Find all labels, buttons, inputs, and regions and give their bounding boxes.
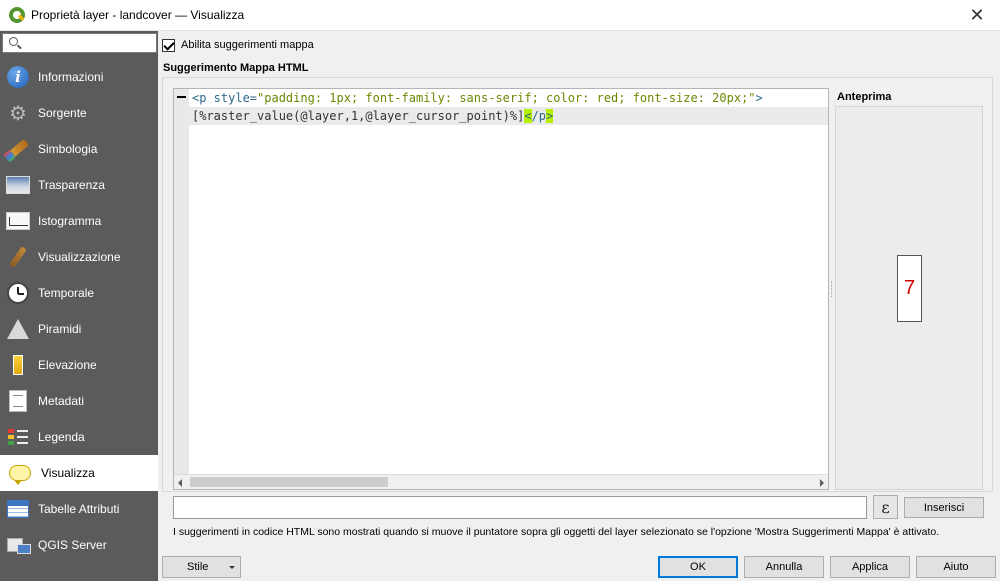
code-line: <p style="padding: 1px; font-family: san… <box>192 91 763 105</box>
scroll-right-icon[interactable] <box>820 479 824 487</box>
search-input[interactable] <box>23 35 153 51</box>
sidebar-item-label: Metadati <box>38 394 85 408</box>
sidebar-nav: i Informazioni ⚙ Sorgente Simbologia Tra… <box>0 59 158 563</box>
epsilon-icon: ε <box>881 497 890 517</box>
sidebar-item-tabelle-attributi[interactable]: Tabelle Attributi <box>0 491 158 527</box>
map-tip-bubble-icon <box>9 465 31 485</box>
sidebar-item-piramidi[interactable]: Piramidi <box>0 311 158 347</box>
help-button[interactable]: Aiuto <box>916 556 996 578</box>
enable-maptips-label: Abilita suggerimenti mappa <box>181 39 314 51</box>
sidebar-item-legenda[interactable]: Legenda <box>0 419 158 455</box>
pyramid-icon <box>7 319 29 339</box>
sidebar-item-visualizzazione[interactable]: Visualizzazione <box>0 239 158 275</box>
ok-button[interactable]: OK <box>658 556 738 578</box>
style-menu-button[interactable]: Stile <box>162 556 241 578</box>
search-icon <box>9 37 18 46</box>
sidebar-item-visualizza[interactable]: Visualizza <box>0 455 158 491</box>
sidebar-item-label: Trasparenza <box>38 178 105 192</box>
expression-builder-button[interactable]: ε <box>873 495 898 519</box>
clock-icon <box>7 282 29 304</box>
sidebar: i Informazioni ⚙ Sorgente Simbologia Tra… <box>0 31 158 581</box>
sidebar-item-label: Informazioni <box>38 70 104 84</box>
sidebar-search[interactable] <box>2 33 157 53</box>
sidebar-item-temporale[interactable]: Temporale <box>0 275 158 311</box>
info-icon: i <box>7 66 29 88</box>
sidebar-item-informazioni[interactable]: i Informazioni <box>0 59 158 95</box>
sidebar-item-label: Tabelle Attributi <box>38 502 120 516</box>
sidebar-item-label: QGIS Server <box>38 538 107 552</box>
transparency-icon <box>6 176 30 194</box>
title-bar: Proprietà layer - landcover — Visualizza… <box>0 0 1000 31</box>
apply-button[interactable]: Applica <box>830 556 910 578</box>
main-panel: Abilita suggerimenti mappa Suggerimento … <box>162 31 1000 548</box>
preview-value: 7 <box>903 277 916 299</box>
sidebar-item-qgis-server[interactable]: QGIS Server <box>0 527 158 563</box>
preview-pane: 7 <box>835 106 983 490</box>
sidebar-item-label: Elevazione <box>38 358 97 372</box>
html-code-editor[interactable]: <p style="padding: 1px; font-family: san… <box>173 88 829 490</box>
qgis-logo-icon <box>9 7 25 23</box>
chevron-down-icon <box>229 566 235 569</box>
preview-maptip: 7 <box>897 255 922 322</box>
style-button-label: Stile <box>187 561 209 573</box>
sidebar-item-sorgente[interactable]: ⚙ Sorgente <box>0 95 158 131</box>
help-text: I suggerimenti in codice HTML sono mostr… <box>173 526 940 538</box>
dialog-footer: Stile OK Annulla Applica Aiuto <box>162 552 1000 581</box>
qgis-server-icon <box>7 536 31 554</box>
enable-maptips-row[interactable]: Abilita suggerimenti mappa <box>162 37 314 53</box>
close-icon[interactable]: ✕ <box>954 0 1000 31</box>
scrollbar-thumb[interactable] <box>190 477 388 487</box>
preview-label: Anteprima <box>837 91 892 103</box>
window-title: Proprietà layer - landcover — Visualizza <box>31 8 245 22</box>
section-title: Suggerimento Mappa HTML <box>163 62 309 74</box>
attribute-table-icon <box>7 500 29 518</box>
sidebar-item-label: Visualizzazione <box>38 250 121 264</box>
sidebar-item-label: Visualizza <box>41 466 95 480</box>
sidebar-item-label: Sorgente <box>38 106 87 120</box>
scroll-left-icon[interactable] <box>178 479 182 487</box>
source-gear-icon: ⚙ <box>9 102 27 125</box>
code-line-current: [%raster_value(@layer,1,@layer_cursor_po… <box>189 107 828 125</box>
editor-preview-splitter[interactable] <box>831 281 833 297</box>
code-area[interactable]: <p style="padding: 1px; font-family: san… <box>189 89 828 125</box>
sidebar-item-simbologia[interactable]: Simbologia <box>0 131 158 167</box>
legend-icon <box>8 427 28 447</box>
sidebar-item-metadati[interactable]: Metadati <box>0 383 158 419</box>
expression-input[interactable] <box>173 496 867 519</box>
metadata-icon <box>9 390 27 412</box>
sidebar-item-trasparenza[interactable]: Trasparenza <box>0 167 158 203</box>
cancel-button[interactable]: Annulla <box>744 556 824 578</box>
sidebar-item-istogramma[interactable]: Istogramma <box>0 203 158 239</box>
sidebar-item-label: Simbologia <box>38 142 98 156</box>
symbology-brush-icon <box>7 138 29 160</box>
sidebar-item-label: Temporale <box>38 286 95 300</box>
sidebar-item-label: Istogramma <box>38 214 102 228</box>
histogram-icon <box>6 212 30 230</box>
editor-horizontal-scrollbar[interactable] <box>174 474 828 489</box>
rendering-broom-icon <box>9 246 27 268</box>
sidebar-item-label: Legenda <box>38 430 85 444</box>
sidebar-item-elevazione[interactable]: Elevazione <box>0 347 158 383</box>
editor-gutter <box>174 89 189 474</box>
fold-collapse-icon[interactable] <box>177 96 186 99</box>
elevation-icon <box>13 355 23 375</box>
sidebar-item-label: Piramidi <box>38 322 82 336</box>
insert-button[interactable]: Inserisci <box>904 497 984 518</box>
enable-maptips-checkbox[interactable] <box>162 38 175 52</box>
